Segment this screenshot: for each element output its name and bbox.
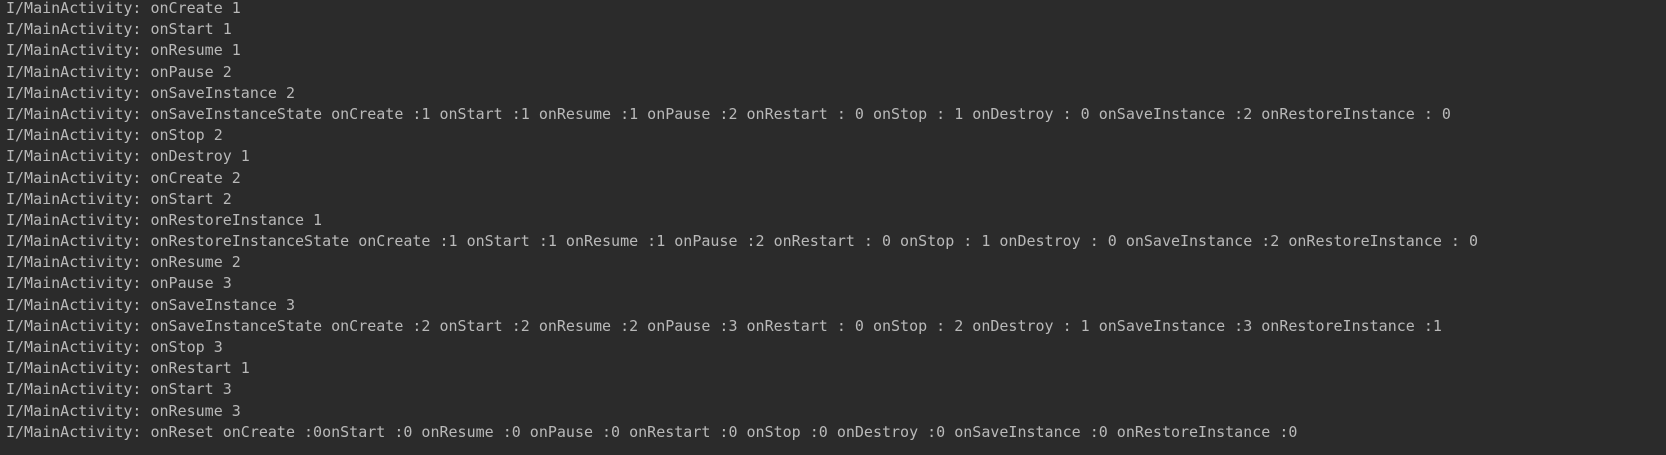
log-line: I/MainActivity: onSaveInstanceState onCr… bbox=[6, 104, 1451, 123]
log-line: I/MainActivity: onStart 3 bbox=[6, 380, 232, 399]
log-line: I/MainActivity: onPause 3 bbox=[6, 274, 232, 293]
log-list: I/MainActivity: onCreate 1 I/MainActivit… bbox=[6, 0, 1666, 445]
log-line: I/MainActivity: onRestoreInstanceState o… bbox=[6, 232, 1479, 251]
log-line: I/MainActivity: onRestart 1 bbox=[6, 359, 250, 378]
log-line: I/MainActivity: onSaveInstance 3 bbox=[6, 295, 295, 314]
log-line: I/MainActivity: onStop 2 bbox=[6, 126, 223, 145]
log-line: I/MainActivity: onResume 2 bbox=[6, 253, 241, 272]
log-line: I/MainActivity: onResume 3 bbox=[6, 401, 241, 420]
log-line: I/MainActivity: onRestoreInstance 1 bbox=[6, 210, 323, 229]
log-line: I/MainActivity: onCreate 1 bbox=[6, 0, 241, 17]
log-line: I/MainActivity: onStart 1 bbox=[6, 20, 232, 39]
log-line: I/MainActivity: onSaveInstance 2 bbox=[6, 83, 295, 102]
log-line: I/MainActivity: onSaveInstanceState onCr… bbox=[6, 316, 1442, 335]
log-line: I/MainActivity: onCreate 2 bbox=[6, 168, 241, 187]
log-line: I/MainActivity: onResume 1 bbox=[6, 41, 241, 60]
log-line: I/MainActivity: onReset onCreate :0onSta… bbox=[6, 422, 1298, 441]
logcat-console[interactable]: I/MainActivity: onCreate 1 I/MainActivit… bbox=[0, 0, 1666, 455]
log-line: I/MainActivity: onStop 3 bbox=[6, 338, 223, 356]
log-line: I/MainActivity: onPause 2 bbox=[6, 62, 232, 81]
log-line: I/MainActivity: onStart 2 bbox=[6, 189, 232, 208]
log-line: I/MainActivity: onDestroy 1 bbox=[6, 147, 250, 166]
